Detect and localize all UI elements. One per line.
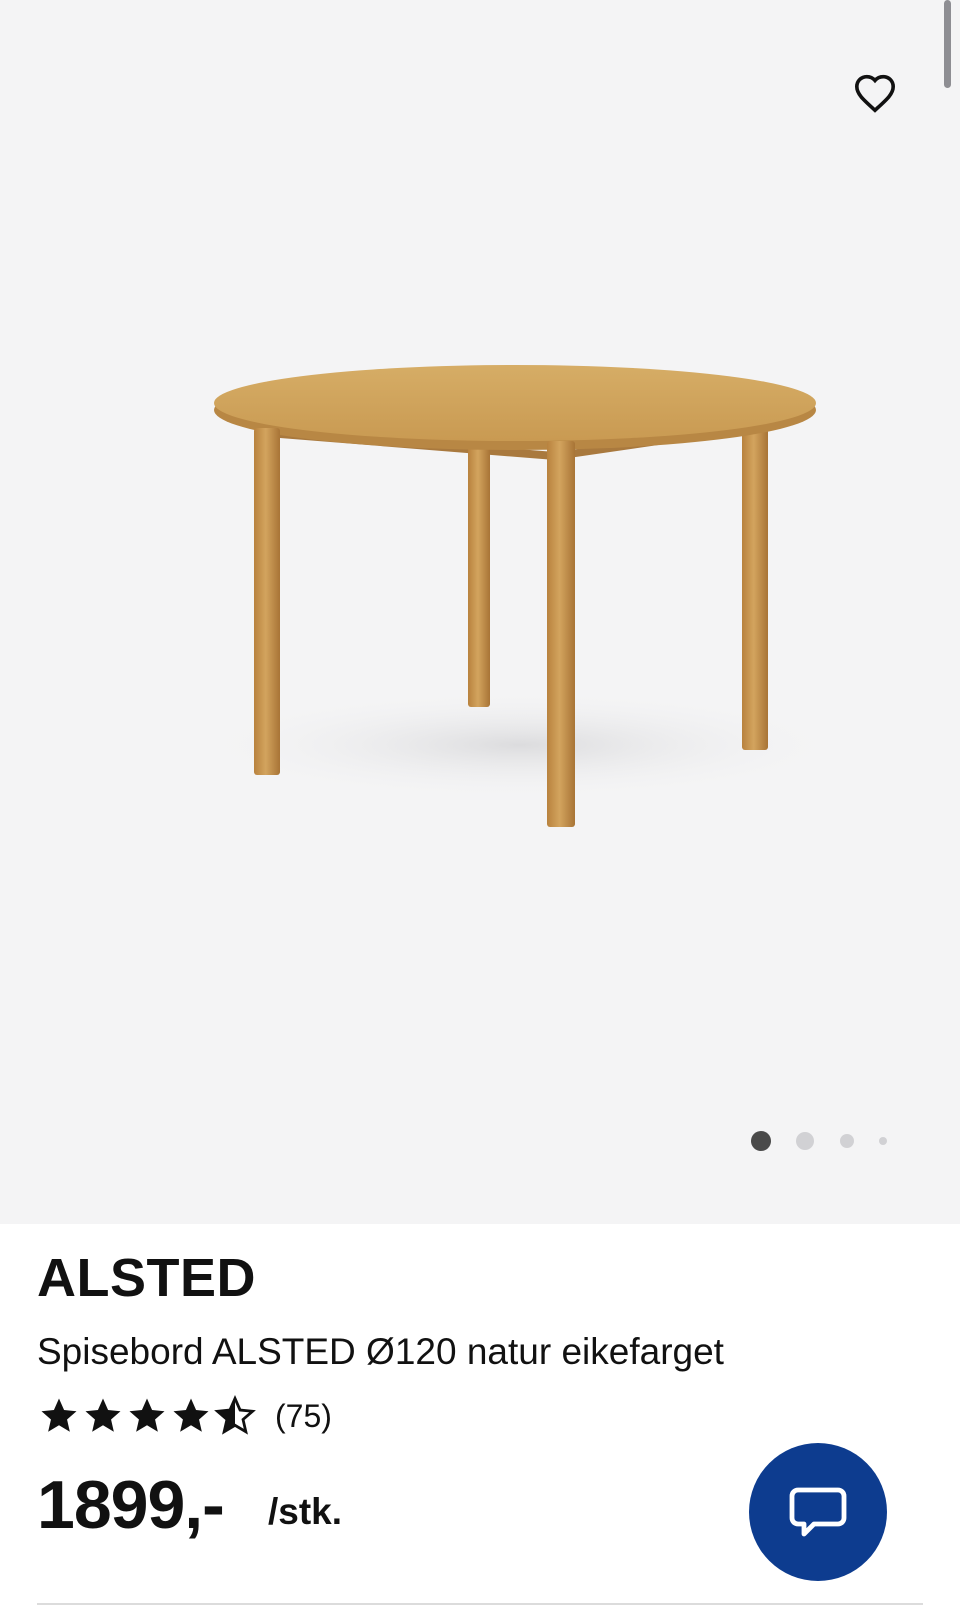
star-icon	[129, 1398, 165, 1432]
favorite-button[interactable]	[846, 64, 904, 122]
rating-count[interactable]: (75)	[275, 1398, 332, 1435]
rating-stars	[37, 1395, 257, 1437]
product-brand: ALSTED	[37, 1248, 256, 1308]
star-icon	[41, 1398, 77, 1432]
pagination-dot[interactable]	[796, 1132, 814, 1150]
product-price: 1899,-	[37, 1467, 225, 1543]
heart-outline-icon	[854, 74, 896, 113]
product-gallery[interactable]	[0, 0, 960, 1224]
chat-button[interactable]	[749, 1443, 887, 1581]
pagination-dot[interactable]	[840, 1134, 854, 1148]
product-description: Spisebord ALSTED Ø120 natur eikefarget	[37, 1331, 724, 1372]
chat-bubble-icon	[789, 1487, 847, 1537]
pagination-dot-active[interactable]	[751, 1131, 771, 1151]
star-icon	[85, 1398, 121, 1432]
price-unit: /stk.	[268, 1491, 343, 1532]
star-icon	[173, 1398, 209, 1432]
star-half-icon	[214, 1395, 256, 1435]
pagination-dot[interactable]	[879, 1137, 887, 1145]
gallery-pagination[interactable]	[740, 1126, 900, 1156]
product-rating[interactable]: (75)	[37, 1393, 332, 1439]
product-image	[190, 365, 850, 827]
